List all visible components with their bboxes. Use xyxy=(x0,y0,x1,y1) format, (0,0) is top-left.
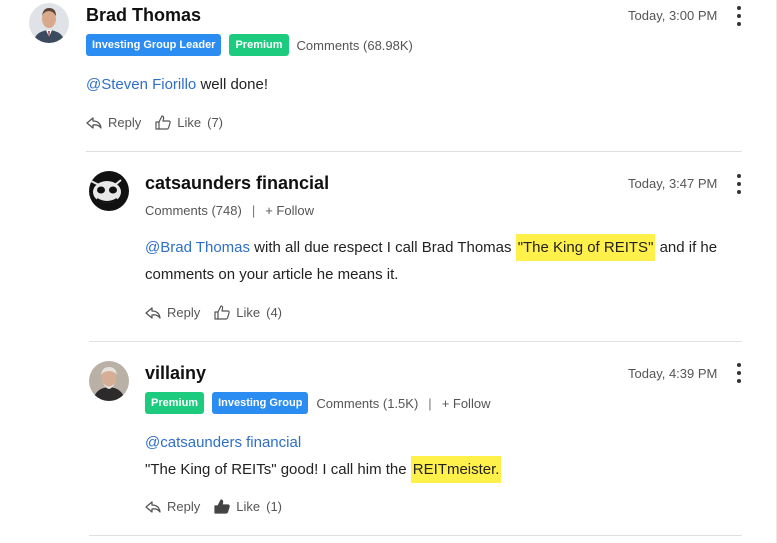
comment-divider xyxy=(89,535,742,536)
comments-count[interactable]: Comments (1.5K) xyxy=(316,396,418,411)
reply-button[interactable]: Reply xyxy=(145,499,200,514)
comment-timestamp: Today, 3:47 PM xyxy=(628,176,718,191)
premium-badge: Premium xyxy=(229,34,289,56)
comment-author[interactable]: villainy xyxy=(145,363,206,384)
like-label: Like xyxy=(236,305,261,320)
kebab-menu-icon[interactable] xyxy=(734,363,744,383)
investing-group-leader-badge: Investing Group Leader xyxy=(86,34,222,56)
thumbs-up-icon xyxy=(214,499,230,514)
avatar[interactable] xyxy=(29,3,69,43)
like-count: (4) xyxy=(266,305,282,320)
comment-author[interactable]: catsaunders financial xyxy=(145,173,329,194)
reply-icon xyxy=(145,500,161,513)
reply-icon xyxy=(86,116,102,129)
highlighted-text: REITmeister. xyxy=(410,456,502,483)
follow-button[interactable]: + Follow xyxy=(442,396,491,411)
reply-button[interactable]: Reply xyxy=(86,115,141,130)
like-button[interactable]: Like (7) xyxy=(155,115,223,130)
like-label: Like xyxy=(236,499,261,514)
comment-body: @Brad Thomas with all due respect I call… xyxy=(145,234,735,288)
author-meta: Investing Group Leader Premium Comments … xyxy=(86,34,413,56)
mention-link[interactable]: @catsaunders financial xyxy=(145,434,301,451)
comment-text: with all due respect I call Brad Thomas xyxy=(254,239,512,256)
thumbs-up-icon xyxy=(155,115,171,130)
comment-thread: Brad Thomas Today, 3:00 PM Investing Gro… xyxy=(0,0,777,543)
follow-button[interactable]: + Follow xyxy=(265,203,314,218)
like-button[interactable]: Like (4) xyxy=(214,305,282,320)
reply-button[interactable]: Reply xyxy=(145,305,200,320)
comment-text: and if he xyxy=(659,239,718,256)
comment-text: well done! xyxy=(200,76,268,93)
like-count: (1) xyxy=(266,499,282,514)
author-meta: Comments (748) | + Follow xyxy=(145,203,314,218)
thumbs-up-icon xyxy=(214,305,230,320)
reply-icon xyxy=(145,306,161,319)
comments-count[interactable]: Comments (68.98K) xyxy=(297,38,413,53)
comment-text: "The King of REITs" good! I call him the xyxy=(145,461,407,478)
comment-body: @Steven Fiorillo well done! xyxy=(86,71,268,98)
comment-timestamp: Today, 4:39 PM xyxy=(628,366,718,381)
avatar[interactable] xyxy=(89,361,129,401)
like-button[interactable]: Like (1) xyxy=(214,499,282,514)
like-label: Like xyxy=(177,115,202,130)
kebab-menu-icon[interactable] xyxy=(734,6,744,26)
comment-actions: Reply Like (1) xyxy=(145,499,296,514)
author-meta: Premium Investing Group Comments (1.5K) … xyxy=(145,392,490,414)
comment-body: @catsaunders financial "The King of REIT… xyxy=(145,429,502,483)
comments-count[interactable]: Comments (748) xyxy=(145,203,242,218)
comment-text: comments on your article he means it. xyxy=(145,266,399,283)
avatar[interactable] xyxy=(89,171,129,211)
comment-author[interactable]: Brad Thomas xyxy=(86,5,201,26)
meta-separator: | xyxy=(251,203,256,218)
comment-timestamp: Today, 3:00 PM xyxy=(628,8,718,23)
meta-separator: | xyxy=(428,395,432,411)
mention-link[interactable]: @Steven Fiorillo xyxy=(86,76,196,93)
comment-actions: Reply Like (7) xyxy=(86,115,237,130)
reply-label: Reply xyxy=(167,305,201,320)
like-count: (7) xyxy=(207,115,223,130)
comment-actions: Reply Like (4) xyxy=(145,305,296,320)
reply-label: Reply xyxy=(108,115,142,130)
kebab-menu-icon[interactable] xyxy=(734,174,744,194)
investing-group-badge: Investing Group xyxy=(212,392,309,414)
premium-badge: Premium xyxy=(145,392,205,414)
mention-link[interactable]: @Brad Thomas xyxy=(145,239,250,256)
highlighted-text: "The King of REITS" xyxy=(515,234,656,261)
comment-divider xyxy=(89,341,742,342)
comment-divider xyxy=(86,151,742,152)
reply-label: Reply xyxy=(167,499,201,514)
